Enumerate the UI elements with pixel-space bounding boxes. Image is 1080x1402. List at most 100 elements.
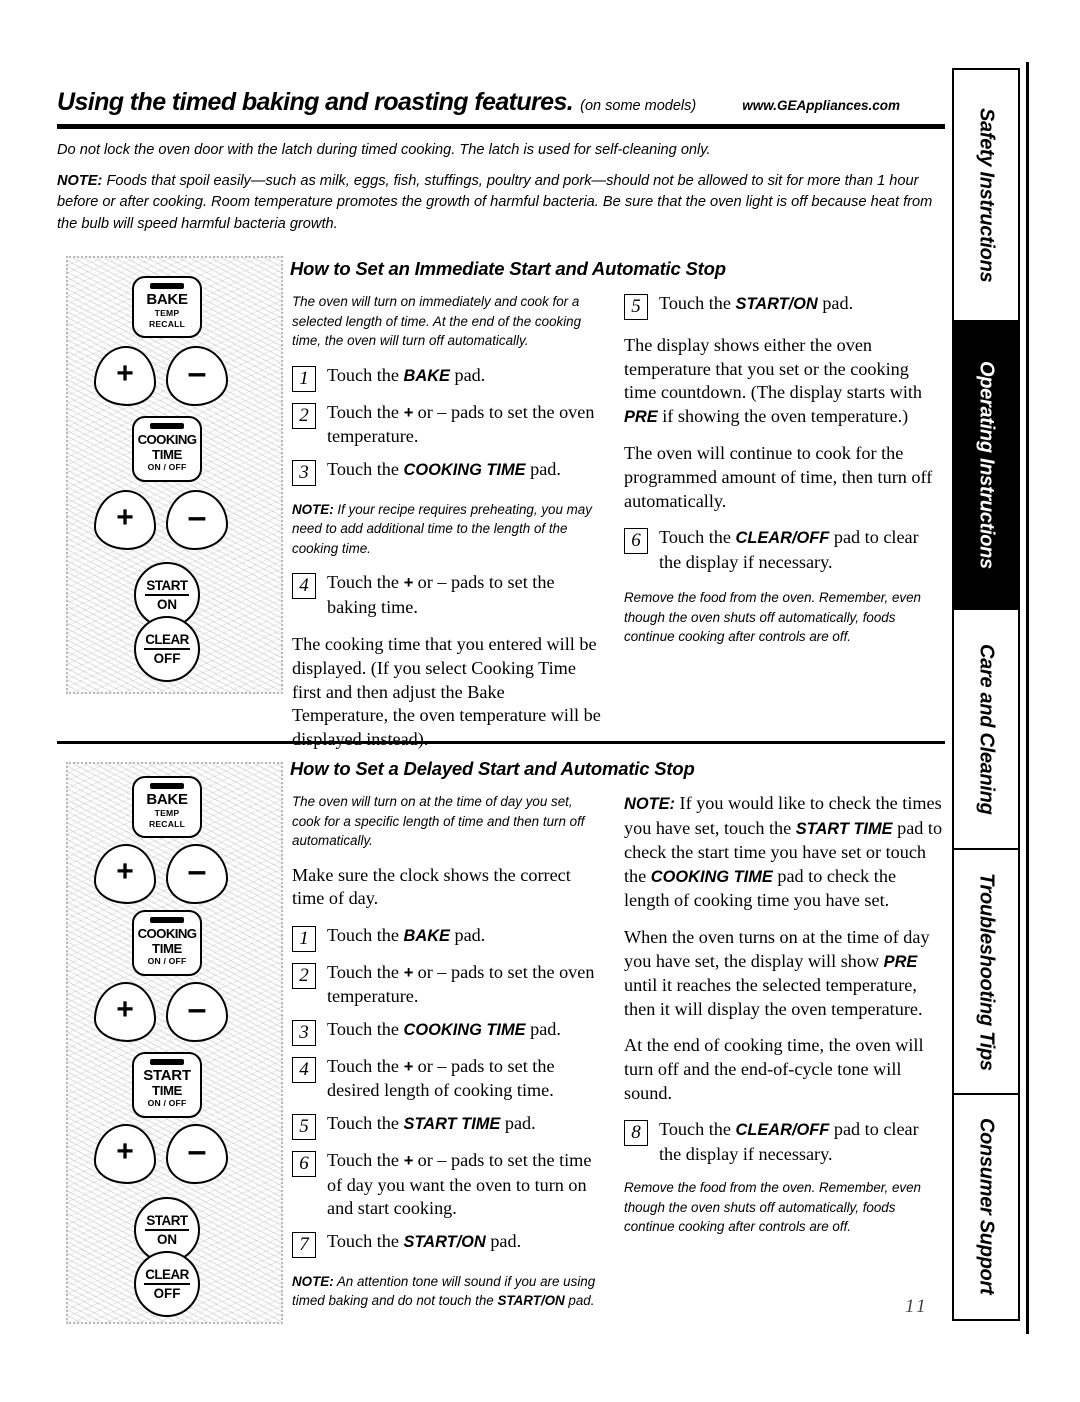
step-text: Touch the + or – pads to set the baking … [327,571,604,619]
step-text-bold: + [403,1152,414,1171]
indicator-bar-icon [150,1059,184,1065]
step-text-bold: START/ON [735,295,818,313]
step-text-pre: Touch the [327,572,404,593]
step-text: Touch the COOKING TIME pad. [327,458,561,483]
minus-pad-starttime-2[interactable]: – [166,1124,228,1184]
step-text: Touch the START TIME pad. [327,1112,536,1137]
section1-continue-para: The oven will continue to cook for the p… [624,443,933,511]
indicator-bar-icon [150,917,184,923]
cooking-time-label1: COOKING [137,926,197,941]
bake-pad-2[interactable]: BAKE TEMP RECALL [132,776,202,838]
tab-troubleshooting-tips[interactable]: Troubleshooting Tips [954,850,1018,1095]
step-item: 3 Touch the COOKING TIME pad. [292,458,604,486]
step-text: Touch the + or – pads to set the desired… [327,1055,604,1103]
section2-check-times-note: NOTE: If you would like to check the tim… [624,792,944,913]
plus-pad-temp-2[interactable]: + [94,844,156,904]
step-text-bold: START TIME [403,1115,501,1134]
step-text-pre: Touch the [327,961,404,982]
clear-off-pad-2[interactable]: CLEAR OFF [134,1251,200,1317]
step-text-bold: + [403,1057,414,1076]
step-text-bold: BAKE [403,366,450,385]
step-item: 6 Touch the + or – pads to set the time … [292,1149,604,1221]
tab-label: Troubleshooting Tips [975,872,998,1071]
section1-cooking-time-para: The cooking time that you entered will b… [292,634,601,749]
clear-off-pad-1[interactable]: CLEAR OFF [134,616,200,682]
plus-pad-time-1[interactable]: + [94,490,156,550]
step-number: 3 [292,1019,316,1046]
bake-pad-sub1: TEMP [154,808,180,818]
plus-pad-temp-1[interactable]: + [94,346,156,406]
section2-lead: The oven will turn on at the time of day… [292,794,585,848]
step-text-bold: + [403,963,414,982]
tab-consumer-support[interactable]: Consumer Support [954,1095,1018,1318]
website-url: www.GEAppliances.com [742,98,900,113]
indicator-bar-icon [150,783,184,789]
plus-pad-cooktime-2[interactable]: + [94,982,156,1042]
step-text: Touch the + or – pads to set the time of… [327,1149,604,1221]
bake-pad-sub2: RECALL [148,819,186,829]
step-number: 2 [292,962,316,989]
tab-safety-instructions[interactable]: Safety Instructions [954,70,1018,322]
tab-care-and-cleaning[interactable]: Care and Cleaning [954,610,1018,850]
note-label: NOTE: [292,501,334,517]
step-text-bold: COOKING TIME [403,460,526,479]
manual-page: Using the timed baking and roasting feat… [0,0,1080,1402]
step-text-post: pad. [525,458,561,479]
bake-pad-sub1: TEMP [154,308,180,318]
step-item: 4 Touch the + or – pads to set the bakin… [292,571,604,619]
cooking-time-pad-1[interactable]: COOKING TIME ON / OFF [132,416,202,482]
note-text: If your recipe requires preheating, you … [292,501,592,556]
bake-pad-label: BAKE [146,791,188,808]
step-text-pre: Touch the [659,527,736,548]
section1-display-para: The display shows either the oven temper… [624,334,944,429]
note-bold-pad: START/ON [497,1293,565,1309]
start-time-ref: START TIME [795,819,893,838]
cooking-time-ref: COOKING TIME [650,867,773,886]
start-time-onoff: ON / OFF [147,1098,187,1108]
plus-icon: + [116,501,134,534]
pre-indicator-label: PRE [624,407,658,426]
start-on-bottom-label: ON [156,597,178,612]
section1-lead: The oven will turn on immediately and co… [292,294,582,348]
cooking-time-label2: TIME [152,447,182,462]
intro-note-label: NOTE: [57,172,103,189]
start-time-label1: START [143,1067,191,1084]
step-text-pre: Touch the [327,458,404,479]
section1-closing-note: Remove the food from the oven. Remember,… [624,590,921,645]
start-on-top-label: START [145,1213,189,1231]
page-title: Using the timed baking and roasting feat… [57,88,574,116]
cooking-time-pad-2[interactable]: COOKING TIME ON / OFF [132,910,202,976]
minus-pad-time-1[interactable]: – [166,490,228,550]
step-text-pre: Touch the [327,1055,404,1076]
plus-icon: + [116,357,134,390]
section1-heading: How to Set an Immediate Start and Automa… [290,258,726,279]
intro-note: NOTE: Foods that spoil easily—such as mi… [57,171,947,236]
step-item: 2 Touch the + or – pads to set the oven … [292,961,604,1009]
plus-pad-starttime-2[interactable]: + [94,1124,156,1184]
step-text-bold: BAKE [403,926,450,945]
start-time-pad-2[interactable]: START TIME ON / OFF [132,1052,202,1118]
step-text-bold: CLEAR/OFF [735,1121,830,1140]
indicator-bar-icon [150,283,184,289]
section-separator [57,741,945,744]
step-number: 6 [292,1151,316,1178]
step-text-post: pad. [525,1018,561,1039]
step-text: Touch the CLEAR/OFF pad to clear the dis… [659,526,944,574]
step-number: 3 [292,459,316,486]
step-text-pre: Touch the [327,401,404,422]
step-number: 1 [292,365,316,392]
tab-operating-instructions[interactable]: Operating Instructions [954,322,1018,610]
minus-pad-cooktime-2[interactable]: – [166,982,228,1042]
minus-pad-temp-2[interactable]: – [166,844,228,904]
minus-icon: – [187,852,207,890]
section2-closing-note: Remove the food from the oven. Remember,… [624,1180,921,1235]
bake-pad-1[interactable]: BAKE TEMP RECALL [132,276,202,338]
step-number: 1 [292,925,316,952]
tab-label: Consumer Support [975,1118,998,1295]
plus-icon: + [116,855,134,888]
step-item: 8 Touch the CLEAR/OFF pad to clear the d… [624,1118,944,1166]
clear-off-top-label: CLEAR [144,632,190,650]
step-text-bold: CLEAR/OFF [735,529,830,548]
control-panel-delayed: BAKE TEMP RECALL + – COOKING TIME ON / O… [66,762,283,1324]
minus-pad-temp-1[interactable]: – [166,346,228,406]
